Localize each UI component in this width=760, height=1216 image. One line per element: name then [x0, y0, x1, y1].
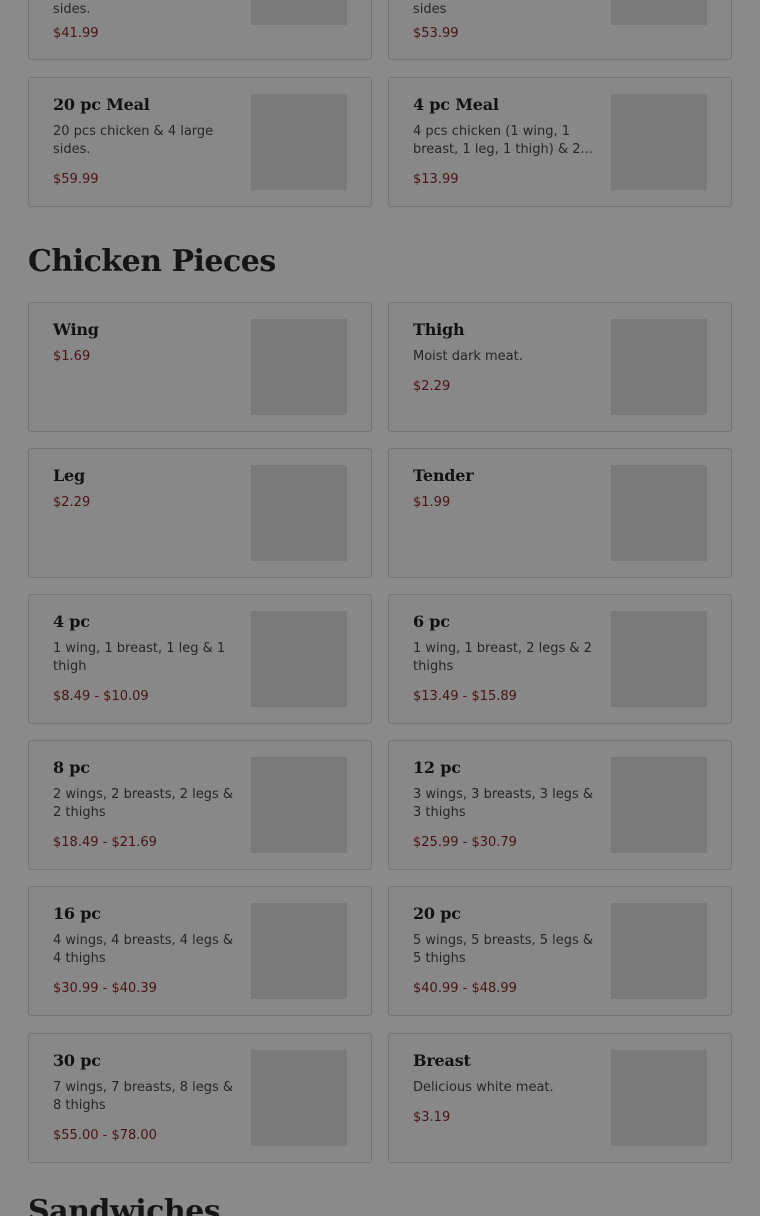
item-name: 12 pc: [413, 758, 461, 777]
item-description: Delicious white meat.: [413, 1080, 554, 1095]
item-price: $3.19: [413, 1110, 451, 1125]
item-description: 20 pcs chicken & 4 large sides.: [53, 124, 214, 157]
item-description: Moist dark meat.: [413, 349, 523, 364]
item-name: 16 pc: [53, 904, 101, 923]
item-price: $1.99: [413, 495, 451, 510]
item-price: $55.00 - $78.00: [53, 1128, 157, 1143]
item-image: [251, 465, 347, 561]
menu-item-card[interactable]: 12 pc 3 wings, 3 breasts, 3 legs & 3 thi…: [388, 740, 732, 870]
item-description: 5 wings, 5 breasts, 5 legs & 5 thighs: [413, 933, 594, 966]
item-description: 7 wings, 7 breasts, 8 legs & 8 thighs: [53, 1080, 234, 1113]
item-price: $30.99 - $40.39: [53, 981, 157, 996]
item-name: Wing: [53, 320, 99, 339]
section-title: Chicken Pieces: [28, 244, 276, 279]
item-price: $2.29: [413, 379, 451, 394]
menu-item-card[interactable]: Breast Delicious white meat. $3.19: [388, 1033, 732, 1163]
item-image: [251, 611, 347, 707]
item-description: 1 wing, 1 breast, 1 leg & 1 thigh: [53, 641, 226, 674]
item-name: 20 pc: [413, 904, 461, 923]
item-price: $13.49 - $15.89: [413, 689, 517, 704]
item-name: 8 pc: [53, 758, 90, 777]
menu-item-card[interactable]: 20 pc 5 wings, 5 breasts, 5 legs & 5 thi…: [388, 886, 732, 1016]
item-price: $2.29: [53, 495, 91, 510]
item-description: sides: [413, 2, 447, 17]
item-name: 4 pc: [53, 612, 90, 631]
item-image: [611, 0, 707, 25]
item-name: Thigh: [413, 320, 465, 339]
item-name: 30 pc: [53, 1051, 101, 1070]
item-image: [611, 611, 707, 707]
item-image: [611, 94, 707, 190]
item-price: $53.99: [413, 26, 459, 41]
menu-item-card[interactable]: 20 pc Meal 20 pcs chicken & 4 large side…: [28, 77, 372, 207]
item-name: 6 pc: [413, 612, 450, 631]
menu-item-card[interactable]: sides. $41.99: [28, 0, 372, 60]
item-name: Tender: [413, 466, 474, 485]
menu-item-card[interactable]: 16 pc 4 wings, 4 breasts, 4 legs & 4 thi…: [28, 886, 372, 1016]
item-price: $1.69: [53, 349, 91, 364]
item-image: [251, 903, 347, 999]
menu-item-card[interactable]: Tender $1.99: [388, 448, 732, 578]
section-title: Sandwiches: [28, 1194, 221, 1216]
menu-item-card[interactable]: 4 pc Meal 4 pcs chicken (1 wing, 1 breas…: [388, 77, 732, 207]
item-price: $18.49 - $21.69: [53, 835, 157, 850]
item-image: [251, 1050, 347, 1146]
item-image: [251, 94, 347, 190]
item-price: $13.99: [413, 172, 459, 187]
item-image: [251, 319, 347, 415]
item-image: [251, 757, 347, 853]
item-image: [611, 757, 707, 853]
item-name: Breast: [413, 1051, 471, 1070]
item-price: $40.99 - $48.99: [413, 981, 517, 996]
menu-item-card[interactable]: Thigh Moist dark meat. $2.29: [388, 302, 732, 432]
item-description: 4 wings, 4 breasts, 4 legs & 4 thighs: [53, 933, 234, 966]
item-description: 3 wings, 3 breasts, 3 legs & 3 thighs: [413, 787, 594, 820]
item-image: [611, 903, 707, 999]
item-price: $25.99 - $30.79: [413, 835, 517, 850]
menu-item-card[interactable]: sides $53.99: [388, 0, 732, 60]
menu-item-card[interactable]: Leg $2.29: [28, 448, 372, 578]
item-price: $41.99: [53, 26, 99, 41]
item-price: $59.99: [53, 172, 99, 187]
menu-item-card[interactable]: 30 pc 7 wings, 7 breasts, 8 legs & 8 thi…: [28, 1033, 372, 1163]
menu-item-card[interactable]: Wing $1.69: [28, 302, 372, 432]
menu-item-card[interactable]: 8 pc 2 wings, 2 breasts, 2 legs & 2 thig…: [28, 740, 372, 870]
item-description: 1 wing, 1 breast, 2 legs & 2 thighs: [413, 641, 592, 674]
item-name: Leg: [53, 466, 86, 485]
item-image: [611, 1050, 707, 1146]
item-image: [611, 465, 707, 561]
item-name: 4 pc Meal: [413, 95, 499, 114]
item-description: sides.: [53, 2, 91, 17]
menu-item-card[interactable]: 6 pc 1 wing, 1 breast, 2 legs & 2 thighs…: [388, 594, 732, 724]
item-description: 2 wings, 2 breasts, 2 legs & 2 thighs: [53, 787, 234, 820]
item-price: $8.49 - $10.09: [53, 689, 149, 704]
item-image: [611, 319, 707, 415]
item-name: 20 pc Meal: [53, 95, 150, 114]
item-image: [251, 0, 347, 25]
item-description: 4 pcs chicken (1 wing, 1 breast, 1 leg, …: [413, 124, 593, 157]
menu-item-card[interactable]: 4 pc 1 wing, 1 breast, 1 leg & 1 thigh $…: [28, 594, 372, 724]
